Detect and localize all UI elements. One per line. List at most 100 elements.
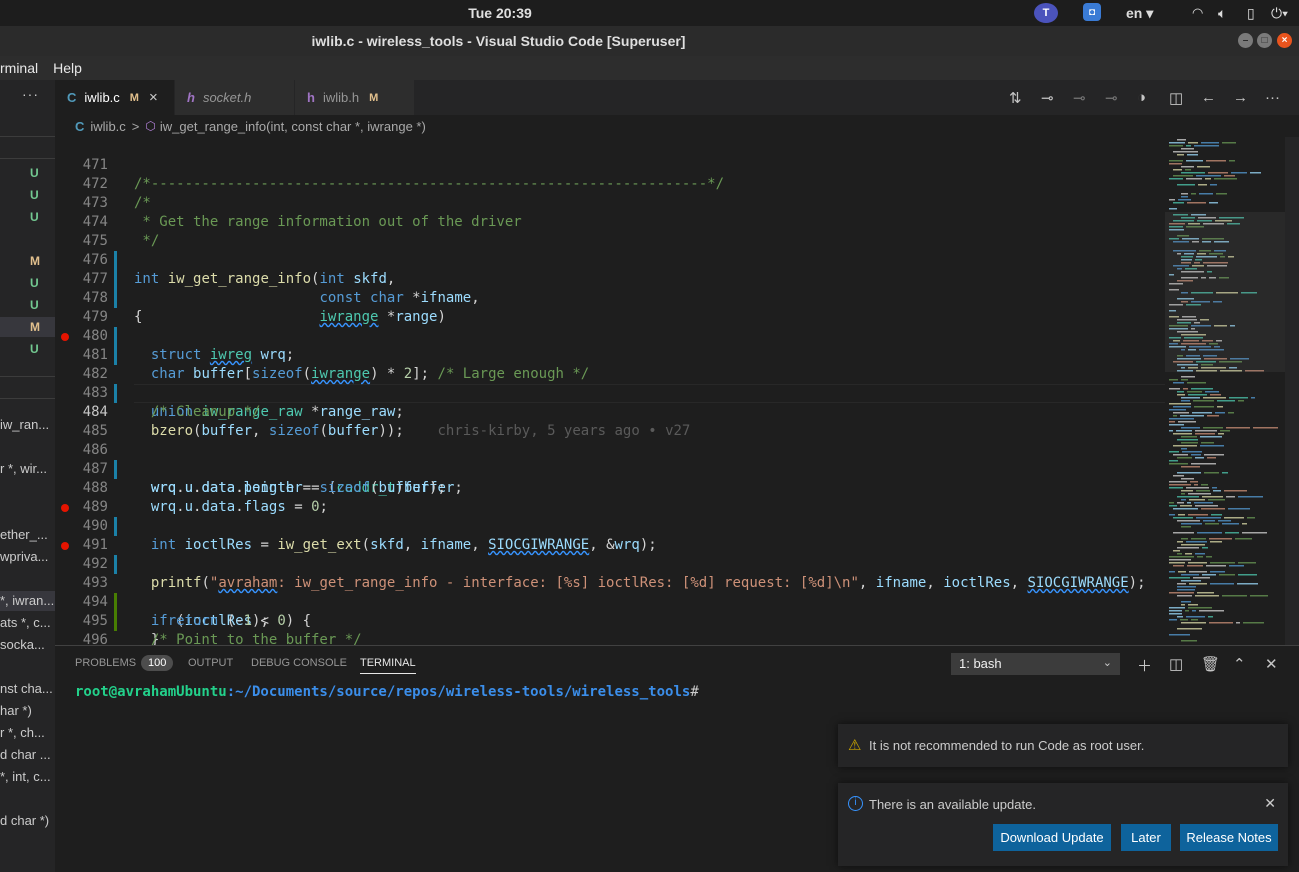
outline-item[interactable]: d char *) bbox=[0, 813, 55, 828]
minimap-line bbox=[1169, 160, 1183, 162]
minimap-line bbox=[1242, 532, 1267, 534]
outline-item[interactable]: r *, wir... bbox=[0, 461, 55, 476]
minimap[interactable] bbox=[1165, 137, 1299, 645]
close-icon[interactable]: × bbox=[149, 89, 158, 106]
outline-item[interactable]: nst cha... bbox=[0, 681, 55, 696]
volume-icon[interactable]: 🔈︎ bbox=[1218, 3, 1226, 23]
tab-problems[interactable]: PROBLEMS bbox=[75, 657, 136, 669]
outline-item[interactable]: har *) bbox=[0, 703, 55, 718]
outline-item[interactable]: iw_ran... bbox=[0, 417, 55, 432]
editor-scrollbar[interactable] bbox=[1285, 137, 1299, 645]
tab-iwlib-h[interactable]: h iwlib.h M bbox=[295, 80, 415, 115]
minimap-line bbox=[1202, 496, 1223, 498]
trash-icon[interactable]: 🗑︎ bbox=[1201, 655, 1220, 673]
more-actions-icon[interactable]: ··· bbox=[22, 86, 39, 102]
minimap-line bbox=[1188, 142, 1198, 144]
breakpoint-icon[interactable] bbox=[61, 542, 69, 550]
maximize-button[interactable]: □ bbox=[1257, 33, 1272, 48]
tab-iwlib-c[interactable]: C iwlib.c M × bbox=[55, 80, 175, 115]
modified-badge: M bbox=[129, 91, 139, 104]
code-line: 482 bbox=[55, 346, 1165, 382]
outline-item[interactable]: ats *, c... bbox=[0, 615, 55, 630]
minimap-line bbox=[1173, 475, 1184, 477]
minimap-line bbox=[1181, 499, 1186, 501]
outline-item[interactable]: *, iwran... bbox=[0, 593, 55, 608]
outline-item[interactable]: *, int, c... bbox=[0, 769, 55, 784]
git-commit-icon[interactable]: ⊸ bbox=[1041, 89, 1054, 107]
shield-icon[interactable]: ◘ bbox=[1083, 3, 1101, 21]
code-line: 472 /* bbox=[55, 156, 1165, 211]
minimap-line bbox=[1169, 163, 1182, 165]
later-button[interactable]: Later bbox=[1121, 824, 1171, 851]
language-indicator[interactable]: en ▾ bbox=[1126, 3, 1153, 23]
minimap-line bbox=[1191, 454, 1201, 456]
code-line: 478 { bbox=[55, 270, 1165, 325]
minimap-line bbox=[1206, 556, 1212, 558]
wifi-icon[interactable]: ◠ bbox=[1192, 3, 1203, 23]
split-editor-icon[interactable]: ◫ bbox=[1169, 89, 1183, 107]
close-window-button[interactable]: × bbox=[1277, 33, 1292, 48]
outline-item[interactable]: wpriva... bbox=[0, 549, 55, 564]
git-status-untracked: U bbox=[30, 188, 39, 202]
maximize-panel-icon[interactable]: ⌃ bbox=[1233, 655, 1246, 673]
breakpoint-icon[interactable] bbox=[61, 333, 69, 341]
tab-socket-h[interactable]: h socket.h bbox=[175, 80, 295, 115]
release-notes-button[interactable]: Release Notes bbox=[1180, 824, 1278, 851]
more-actions-icon[interactable]: ··· bbox=[1265, 89, 1280, 106]
outline-item-label: wpriva... bbox=[0, 549, 49, 564]
tab-output[interactable]: OUTPUT bbox=[188, 657, 233, 669]
minimap-line bbox=[1195, 457, 1204, 459]
minimap-line bbox=[1177, 595, 1192, 597]
outline-item[interactable]: ether_... bbox=[0, 527, 55, 542]
outline-item[interactable]: socka... bbox=[0, 637, 55, 652]
breakpoint-icon[interactable] bbox=[61, 504, 69, 512]
minimize-button[interactable]: – bbox=[1238, 33, 1253, 48]
minimap-line bbox=[1195, 430, 1217, 432]
minimap-line bbox=[1169, 634, 1190, 636]
code-line: 491 bbox=[55, 517, 1165, 574]
minimap-line bbox=[1219, 574, 1235, 576]
outline-item[interactable]: r *, ch... bbox=[0, 725, 55, 740]
minimap-line bbox=[1210, 541, 1222, 543]
terminal-select[interactable]: 1: bash ⌄ bbox=[951, 653, 1120, 675]
close-panel-icon[interactable]: ✕ bbox=[1265, 655, 1278, 673]
tab-debug-console[interactable]: DEBUG CONSOLE bbox=[251, 657, 347, 669]
minimap-line bbox=[1177, 547, 1199, 549]
git-lens-icon[interactable]: ◑ bbox=[1137, 89, 1146, 106]
system-clock[interactable]: Tue 20:39 bbox=[0, 5, 1000, 21]
breadcrumb-file[interactable]: iwlib.c bbox=[90, 119, 125, 134]
new-terminal-icon[interactable]: ＋ bbox=[1137, 655, 1152, 676]
battery-icon[interactable]: ▯ bbox=[1247, 3, 1255, 23]
minimap-line bbox=[1169, 487, 1183, 489]
code-line: 490 printf("avraham: iw_get_range_info -… bbox=[55, 498, 1165, 591]
teams-icon[interactable]: T bbox=[1034, 3, 1058, 23]
minimap-line bbox=[1203, 397, 1226, 399]
minimap-viewport[interactable] bbox=[1165, 212, 1285, 372]
minimap-line bbox=[1169, 145, 1183, 147]
tab-terminal[interactable]: TERMINAL bbox=[360, 657, 416, 674]
minimap-line bbox=[1181, 490, 1193, 492]
minimap-line bbox=[1169, 451, 1179, 453]
compare-changes-icon[interactable]: ⇅ bbox=[1009, 89, 1022, 107]
terminal-prompt-symbol: # bbox=[690, 684, 699, 700]
minimap-line bbox=[1177, 472, 1201, 474]
notification-root-warning: ⚠ It is not recommended to run Code as r… bbox=[838, 724, 1288, 767]
selected-file-row[interactable] bbox=[0, 317, 55, 337]
go-forward-icon[interactable]: → bbox=[1233, 89, 1248, 106]
power-icon[interactable]: ⏻▾ bbox=[1271, 3, 1288, 23]
download-update-button[interactable]: Download Update bbox=[993, 824, 1111, 851]
split-terminal-icon[interactable]: ◫ bbox=[1169, 655, 1183, 673]
breadcrumb-symbol[interactable]: iw_get_range_info(int, const char *, iwr… bbox=[160, 119, 426, 134]
minimap-line bbox=[1177, 520, 1200, 522]
terminal-prompt-line[interactable]: root@avrahamUbuntu:~/Documents/source/re… bbox=[75, 684, 699, 700]
go-back-icon[interactable]: ← bbox=[1201, 89, 1216, 106]
minimap-line bbox=[1177, 502, 1184, 504]
menu-help[interactable]: Help bbox=[53, 60, 82, 76]
menu-terminal[interactable]: rminal bbox=[0, 60, 38, 76]
close-icon[interactable]: ✕ bbox=[1264, 795, 1276, 812]
next-revision-icon[interactable]: ⊸ bbox=[1105, 89, 1118, 107]
code-editor[interactable]: 471 /*----------------------------------… bbox=[55, 137, 1165, 645]
previous-revision-icon[interactable]: ⊸ bbox=[1073, 89, 1086, 107]
outline-item[interactable]: d char ... bbox=[0, 747, 55, 762]
minimap-line bbox=[1181, 172, 1205, 174]
